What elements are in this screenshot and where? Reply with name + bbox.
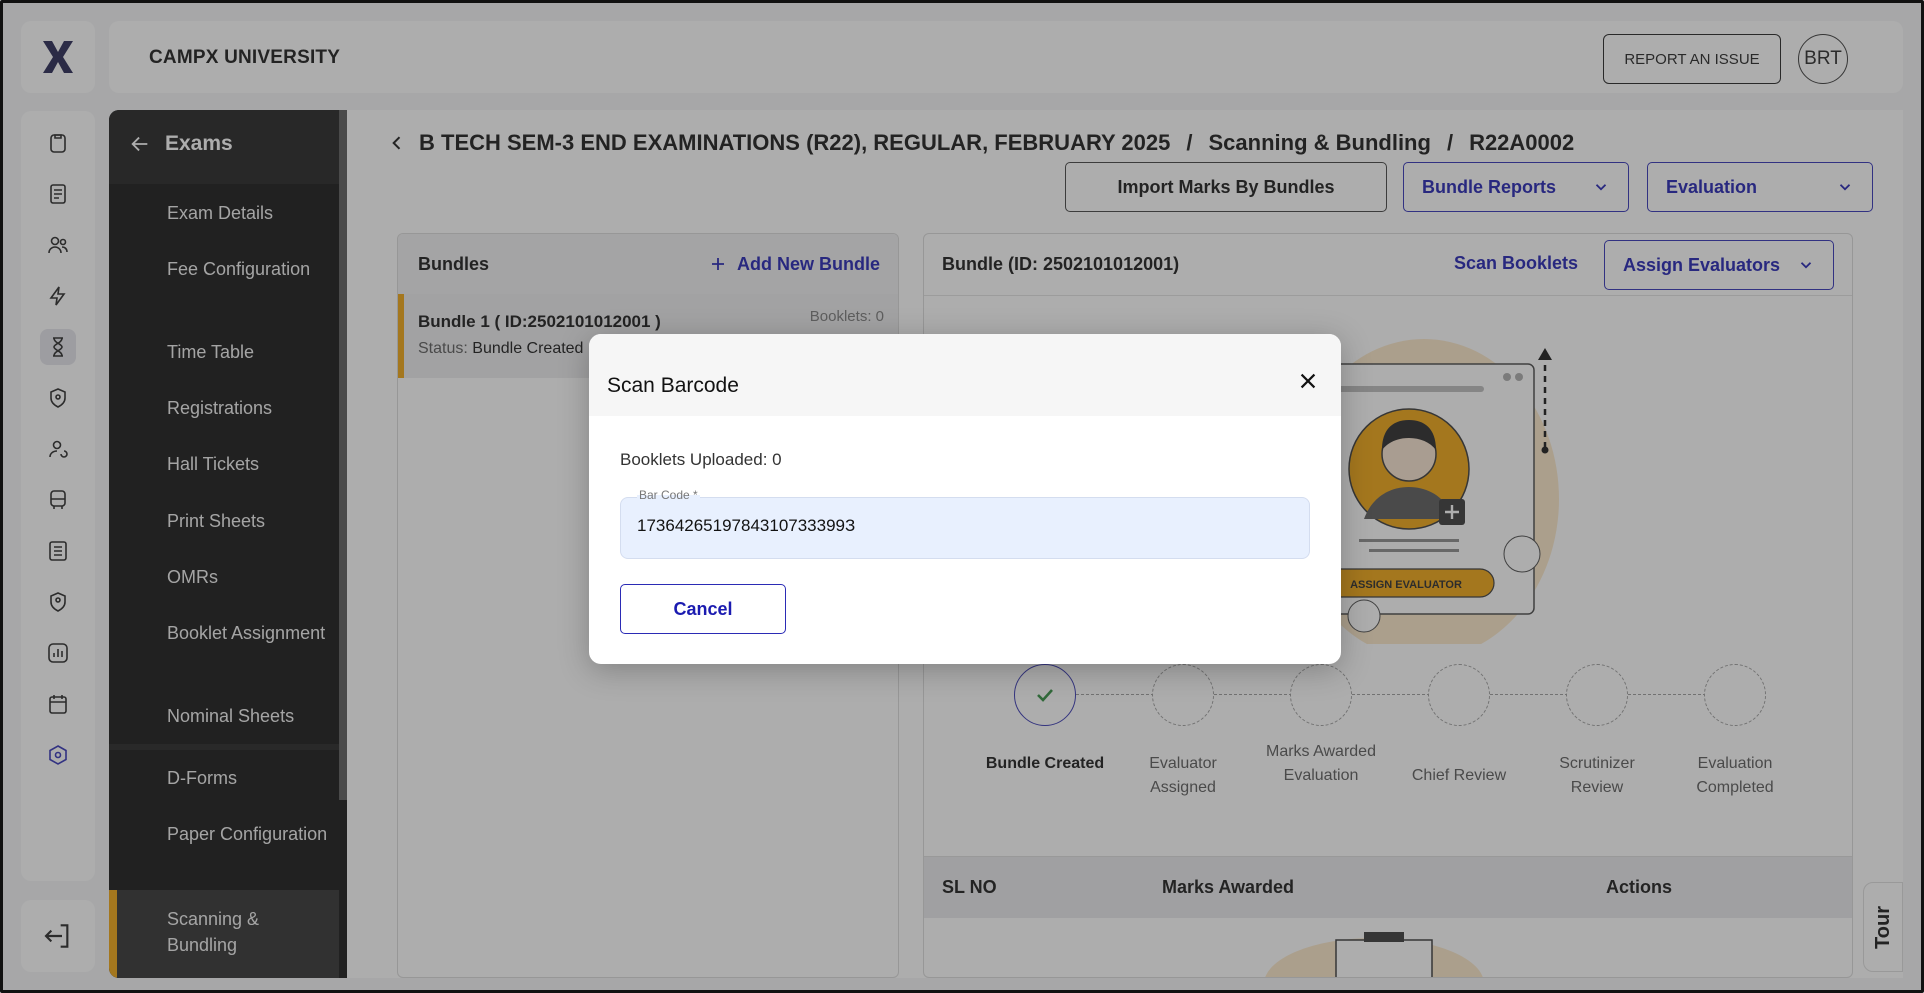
app-frame: CAMPX UNIVERSITY REPORT AN ISSUE BRT Exa… bbox=[0, 0, 1924, 993]
scan-barcode-dialog: Scan Barcode Booklets Uploaded: 0 Bar Co… bbox=[589, 334, 1341, 664]
cancel-button[interactable]: Cancel bbox=[620, 584, 786, 634]
barcode-input[interactable] bbox=[637, 516, 1287, 536]
barcode-field-label: Bar Code * bbox=[637, 488, 700, 502]
close-icon[interactable] bbox=[1297, 370, 1319, 392]
dialog-title: Scan Barcode bbox=[607, 374, 739, 397]
dialog-header: Scan Barcode bbox=[589, 334, 1341, 416]
booklets-uploaded-count: Booklets Uploaded: 0 bbox=[620, 450, 782, 469]
barcode-field[interactable]: Bar Code * bbox=[620, 488, 1310, 559]
